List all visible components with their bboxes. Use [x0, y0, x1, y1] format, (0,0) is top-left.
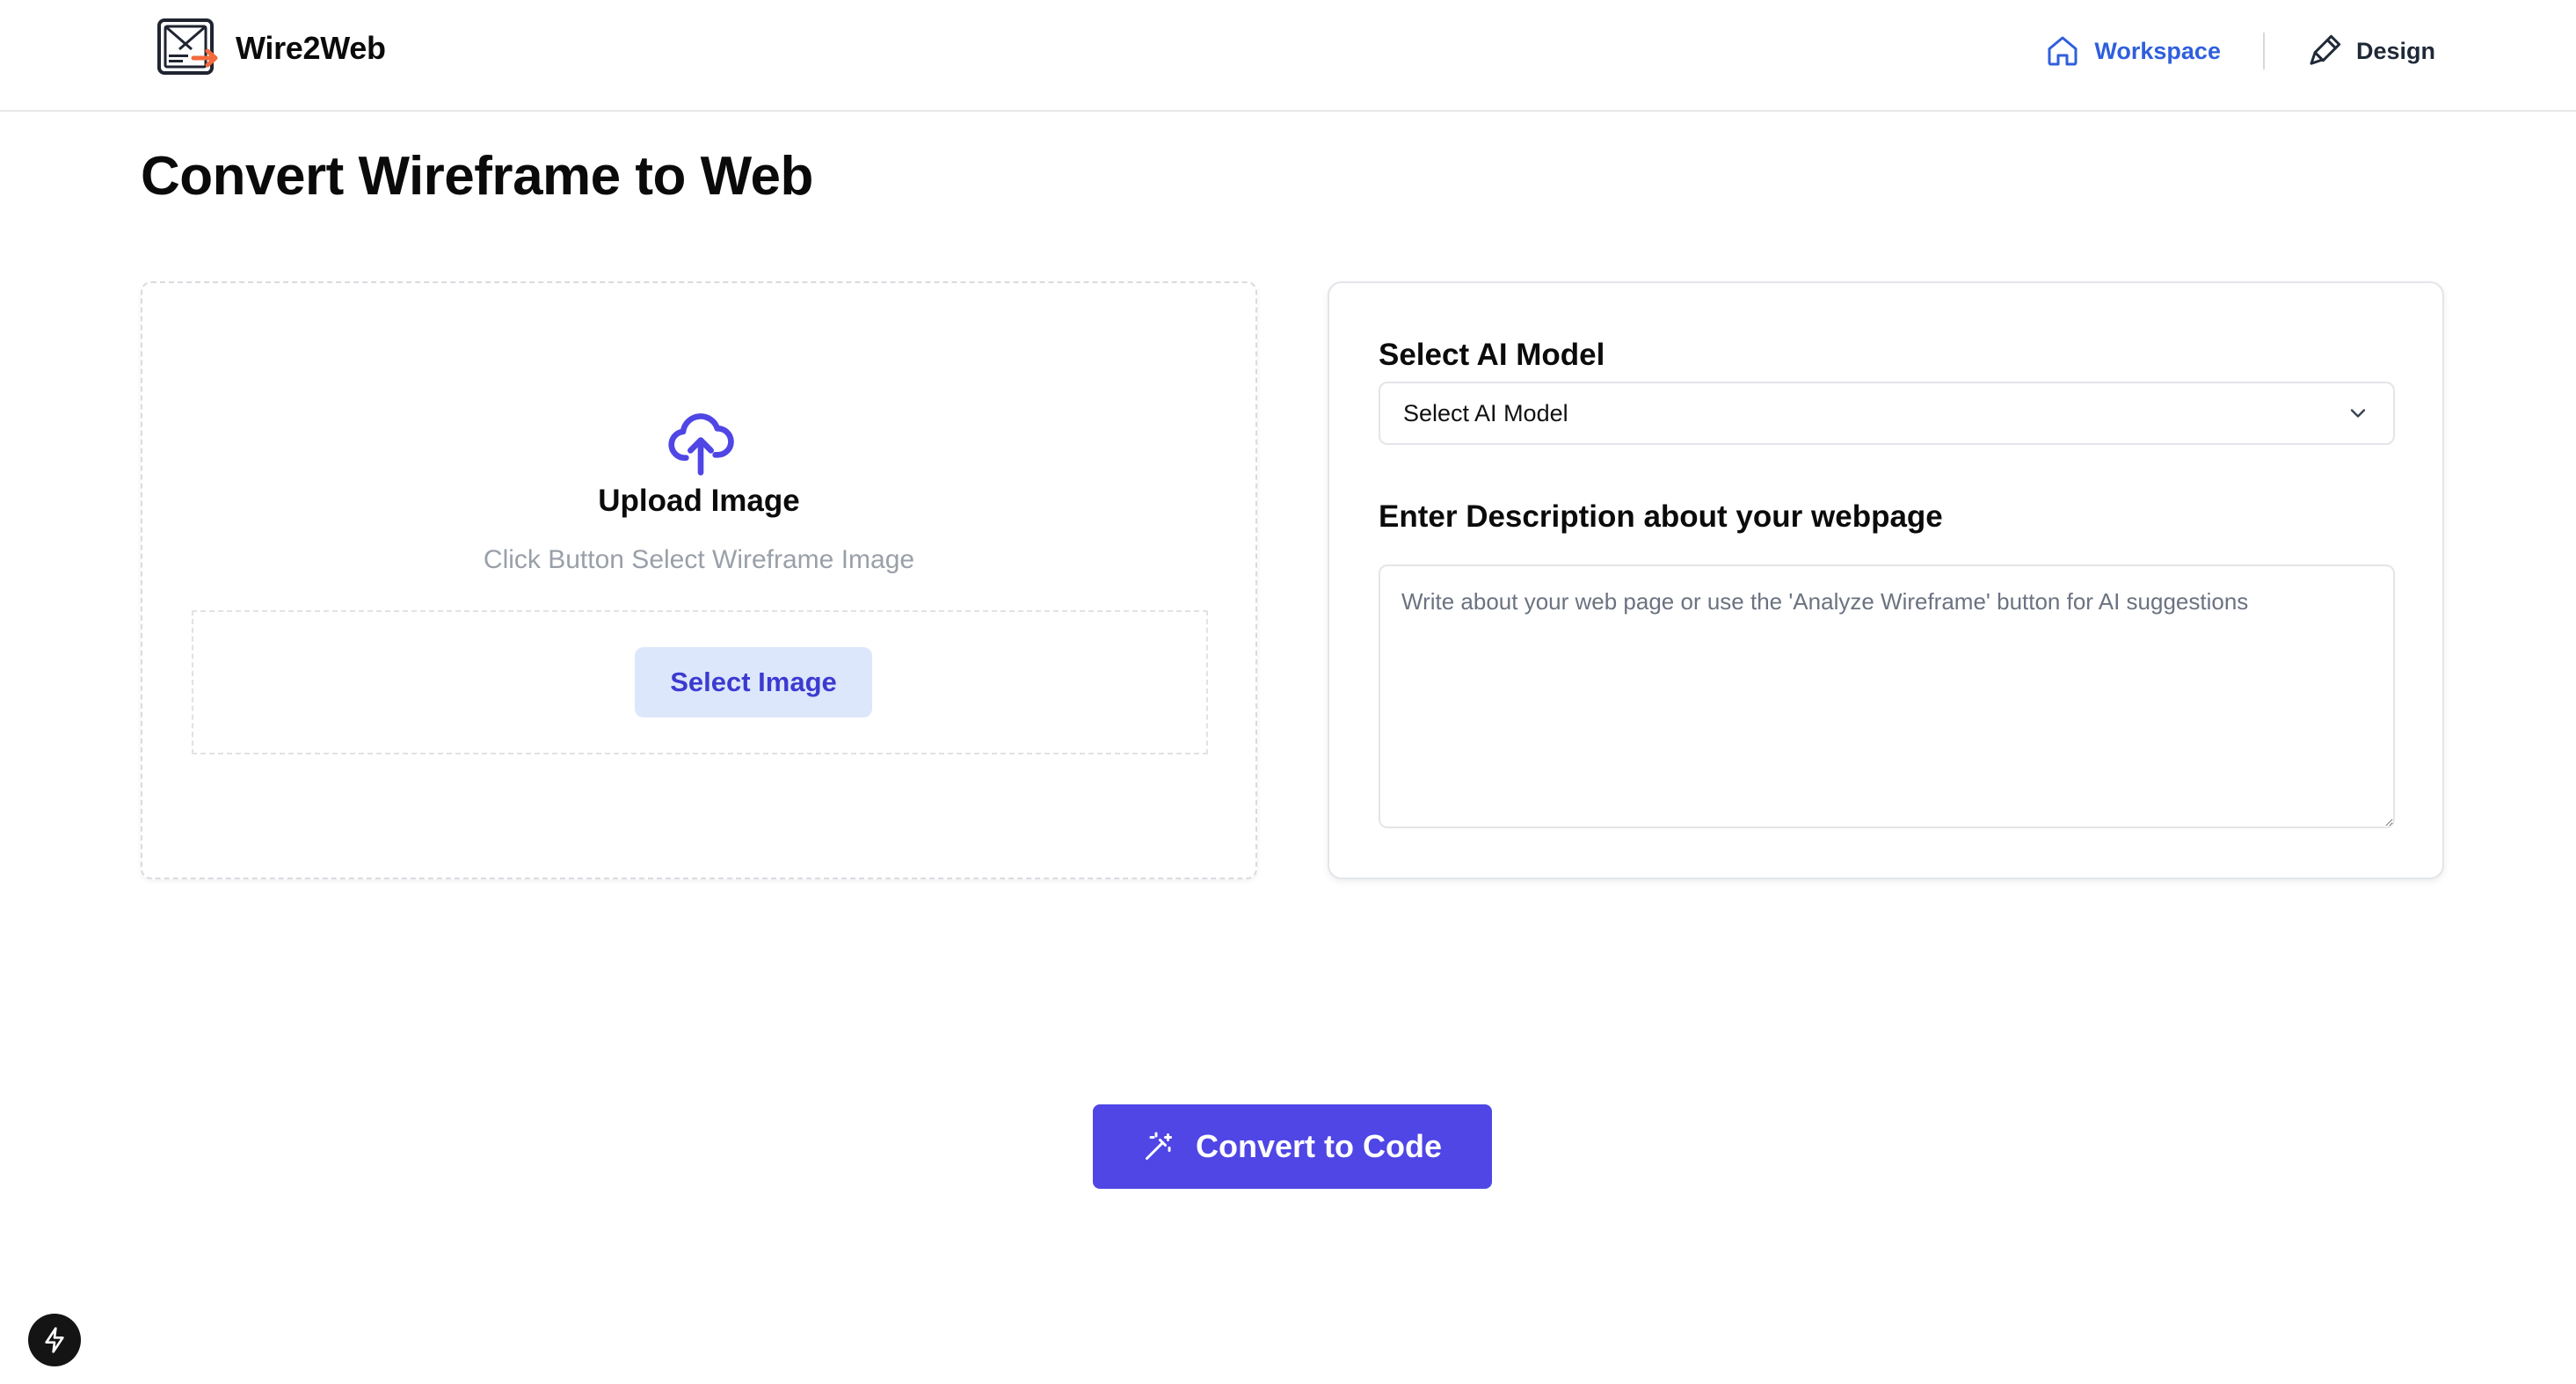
top-navbar: Wire2Web Workspace Design [0, 0, 2576, 112]
page-title: Convert Wireframe to Web [141, 146, 813, 207]
magic-wand-icon [1145, 1132, 1172, 1160]
description-label: Enter Description about your webpage [1379, 499, 1943, 534]
nav-item-design-label: Design [2355, 37, 2435, 64]
main-nav: Workspace Design [2045, 26, 2435, 76]
nav-divider [2262, 33, 2265, 69]
cloud-upload-icon [668, 413, 734, 476]
select-image-button[interactable]: Select Image [635, 647, 872, 717]
upload-hint: Click Button Select Wireframe Image [483, 545, 915, 574]
nav-item-workspace-label: Workspace [2094, 37, 2221, 64]
description-textarea[interactable] [1379, 565, 2395, 828]
nav-item-design[interactable]: Design [2307, 33, 2435, 69]
dev-tools-badge[interactable] [28, 1314, 81, 1366]
upload-title: Upload Image [598, 484, 800, 518]
brand-name: Wire2Web [236, 30, 386, 66]
image-drop-zone[interactable]: Select Image [192, 610, 1208, 754]
brand[interactable]: Wire2Web [156, 18, 386, 79]
upload-card: Upload Image Click Button Select Wirefra… [141, 281, 1257, 879]
settings-card: Select AI Model Select AI Model Enter De… [1328, 281, 2444, 879]
ai-model-select[interactable]: Select AI Model [1379, 382, 2395, 445]
convert-to-code-button[interactable]: Convert to Code [1093, 1104, 1492, 1189]
convert-to-code-label: Convert to Code [1195, 1128, 1442, 1164]
ai-model-select-value: Select AI Model [1403, 399, 1568, 426]
wireframe-logo-icon [157, 18, 218, 75]
nav-item-workspace[interactable]: Workspace [2045, 33, 2221, 69]
ai-model-label: Select AI Model [1379, 338, 1605, 372]
home-icon [2048, 36, 2078, 66]
lightning-bolt-icon [45, 1327, 64, 1353]
chevron-down-icon [2350, 409, 2366, 418]
paintbrush-icon [2310, 34, 2341, 65]
